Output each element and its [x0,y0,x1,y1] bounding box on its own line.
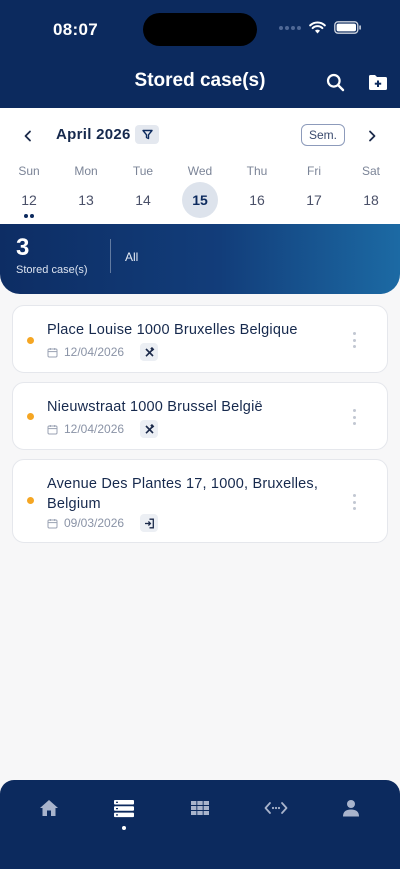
divider [110,239,111,273]
calendar-icon [47,424,58,434]
case-date: 12/04/2026 [64,345,125,359]
home-icon [40,800,58,816]
search-button[interactable] [323,70,347,94]
weekday-label: Sun [18,164,40,178]
calendar-day[interactable]: 17 [296,182,332,218]
grid-icon [191,801,209,815]
calendar-day[interactable]: 14 [125,182,161,218]
code-icon [264,802,288,814]
case-count-label: Stored case(s) [16,264,88,276]
bottom-tab-bar [0,780,400,869]
week-calendar: April 2026 Sem. Sun Mon Tue Wed Thu Fri … [0,108,400,228]
calendar-day[interactable]: 13 [68,182,104,218]
tab-grid[interactable] [186,796,214,820]
event-dot [24,214,28,218]
active-tab-indicator [122,826,126,830]
login-icon [140,514,159,532]
tab-profile[interactable] [337,796,365,820]
search-icon [326,73,344,91]
add-folder-button[interactable] [366,70,390,94]
calendar-icon [47,518,58,528]
event-dot [30,214,34,218]
case-address: Nieuwstraat 1000 Brussel België [47,399,263,415]
weekday-label: Wed [187,164,213,178]
weekday-label: Sat [361,164,380,178]
more-options-icon[interactable] [351,332,357,348]
weekday-label: Mon [74,164,98,178]
list-icon [114,799,134,817]
signal-icon [279,25,301,30]
case-address: Place Louise 1000 Bruxelles Belgique [47,322,298,338]
case-card[interactable]: Avenue Des Plantes 17, 1000, Bruxelles, … [12,459,388,543]
case-meta: 09/03/2026 [47,514,159,532]
weekday-label: Thu [246,164,268,178]
case-card[interactable]: Place Louise 1000 Bruxelles Belgique 12/… [12,305,388,373]
case-date: 12/04/2026 [64,422,125,436]
calendar-icon [47,347,58,357]
next-week-button[interactable] [360,126,384,146]
chevron-right-icon [369,130,376,142]
folder-plus-icon [369,74,387,90]
tools-icon [140,420,159,438]
tab-list[interactable] [110,796,138,820]
wifi-icon [309,21,326,34]
case-count: 3 [16,234,30,261]
month-label[interactable]: April 2026 [56,126,131,143]
more-options-icon[interactable] [351,494,357,510]
calendar-day-selected[interactable]: 15 [182,182,218,218]
tab-home[interactable] [35,796,63,820]
tools-icon [140,343,159,361]
filter-all[interactable]: All [125,250,138,264]
weekday-label: Tue [132,164,154,178]
status-dot [27,337,34,344]
app-header: 08:07 Stored case(s) [0,0,400,108]
filter-icon [141,129,153,140]
calendar-day[interactable]: 12 [11,182,47,218]
dynamic-island [143,13,257,46]
more-options-icon[interactable] [351,409,357,425]
case-date: 09/03/2026 [64,516,125,530]
case-card[interactable]: Nieuwstraat 1000 Brussel België 12/04/20… [12,382,388,450]
chevron-left-icon [24,130,31,142]
calendar-day[interactable]: 18 [353,182,389,218]
status-time: 08:07 [53,20,98,39]
case-meta: 12/04/2026 [47,343,159,361]
case-meta: 12/04/2026 [47,420,159,438]
status-dot [27,413,34,420]
battery-icon [334,21,361,34]
calendar-day[interactable]: 16 [239,182,275,218]
user-icon [343,800,359,817]
status-dot [27,497,34,504]
case-address: Avenue Des Plantes 17, 1000, Bruxelles, … [47,476,319,512]
summary-banner: 3 Stored case(s) All [0,224,400,294]
tab-sync[interactable] [262,796,290,820]
filter-button[interactable] [135,125,159,144]
week-toggle-button[interactable]: Sem. [301,124,345,146]
prev-week-button[interactable] [16,126,40,146]
weekday-label: Fri [307,164,321,178]
status-icons [279,21,362,34]
